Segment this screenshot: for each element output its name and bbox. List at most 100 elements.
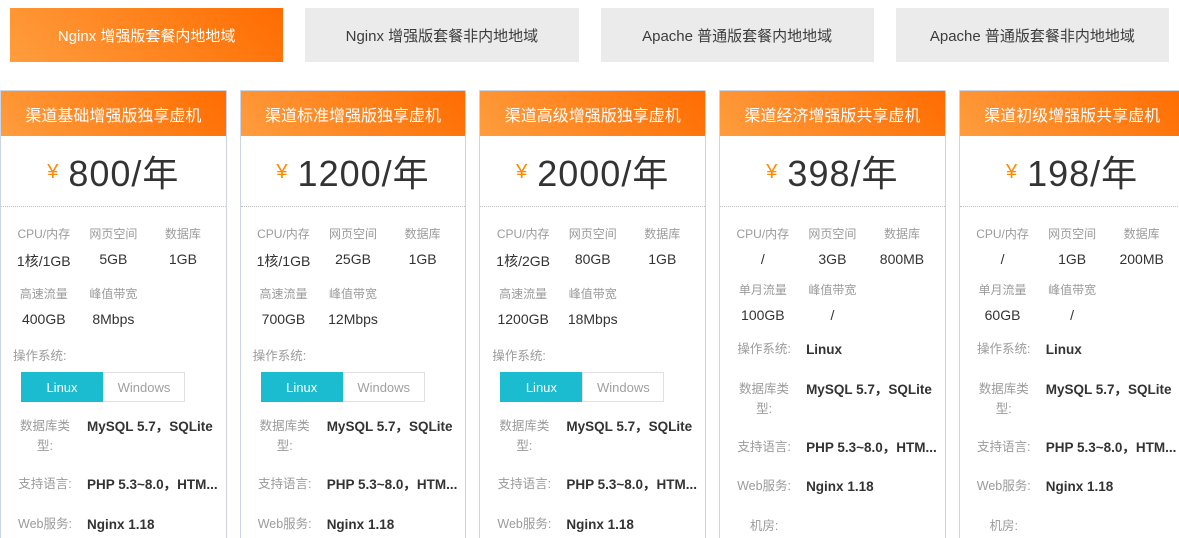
spec-item: CPU/内存/	[728, 225, 798, 267]
detail-row: 数据库类型:MySQL 5.7，SQLite	[13, 416, 218, 456]
plan-card: 渠道经济增强版共享虚机¥398/年 CPU/内存/网页空间 3GB数据库800MB 单…	[719, 90, 946, 538]
detail-value: PHP 5.3~8.0，HTM...	[796, 437, 937, 459]
spec-value: 1核/1GB	[249, 251, 319, 271]
spec-item	[867, 281, 937, 323]
spec-label: 网页空间	[558, 225, 628, 242]
detail-value: MySQL 5.7，SQLite	[317, 416, 458, 438]
os-toggle: LinuxWindows	[261, 372, 458, 402]
detail-label: Web服务:	[492, 514, 556, 534]
spec-label: 峰值带宽	[558, 285, 628, 302]
plan-price-row: ¥198/年	[960, 136, 1179, 207]
plan-card: 渠道初级增强版共享虚机¥198/年CPU/内存/网页空间1GB数据库200MB单…	[959, 90, 1179, 538]
spec-item: 网页空间25GB	[318, 225, 388, 271]
plan-card: 渠道高级增强版独享虚机¥2000/年CPU/内存1核/2GB网页空间80GB数据…	[479, 90, 706, 538]
detail-row: 机房:	[732, 516, 937, 536]
spec-item: 单月流量100GB	[728, 281, 798, 323]
tab-apache-normal-nonmainland[interactable]: Apache 普通版套餐非内地地域	[896, 8, 1169, 62]
spec-item: 峰值带宽18Mbps	[558, 285, 628, 327]
spec-item: 峰值带宽8Mbps	[79, 285, 149, 327]
detail-value: MySQL 5.7，SQLite	[796, 379, 937, 401]
spec-label: CPU/内存	[9, 225, 79, 242]
spec-grid: CPU/内存1核/1GB网页空间25GB数据库1GB高速流量700GB峰值带宽1…	[241, 207, 466, 331]
detail-label: 支持语言:	[13, 474, 77, 494]
os-linux-button[interactable]: Linux	[261, 372, 343, 402]
detail-row: 操作系统:Linux	[732, 339, 937, 361]
detail-value: MySQL 5.7，SQLite	[1036, 379, 1177, 401]
spec-value: 1核/1GB	[9, 251, 79, 271]
spec-value: 3GB	[798, 251, 868, 267]
os-toggle: LinuxWindows	[500, 372, 697, 402]
plan-price-row: ¥2000/年	[480, 136, 705, 207]
detail-value: Nginx 1.18	[556, 514, 697, 536]
plan-card-title: 渠道经济增强版共享虚机	[720, 91, 945, 136]
plan-cards: 渠道基础增强版独享虚机¥800/年CPU/内存1核/1GB网页空间5GB数据库1…	[0, 90, 1179, 538]
detail-value: Nginx 1.18	[77, 514, 218, 536]
detail-value: Nginx 1.18	[1036, 476, 1177, 498]
os-label: 操作系统:	[972, 339, 1036, 359]
spec-item: 数据库800MB	[867, 225, 937, 267]
spec-value: 400GB	[9, 311, 79, 327]
spec-item	[1107, 281, 1177, 323]
spec-label: 网页空间	[798, 225, 868, 242]
spec-value: /	[1037, 307, 1107, 323]
detail-row: 数据库类型:MySQL 5.7，SQLite	[732, 379, 937, 419]
spec-label: 数据库	[867, 225, 937, 242]
currency-symbol: ¥	[47, 161, 58, 184]
plan-card-title: 渠道基础增强版独享虚机	[1, 91, 226, 136]
detail-label: 机房:	[972, 516, 1036, 536]
spec-label: 单月流量	[968, 281, 1038, 298]
detail-label: 支持语言:	[492, 474, 556, 494]
currency-symbol: ¥	[1006, 161, 1017, 184]
detail-row: 支持语言:PHP 5.3~8.0，HTM...	[13, 474, 218, 496]
spec-value: /	[798, 307, 868, 323]
os-label: 操作系统:	[732, 339, 796, 359]
os-windows-button[interactable]: Windows	[582, 372, 664, 402]
spec-label: 高速流量	[249, 285, 319, 302]
spec-label: 网页空间	[79, 225, 149, 242]
plan-price-row: ¥398/年	[720, 136, 945, 207]
spec-grid: CPU/内存1核/1GB网页空间5GB数据库1GB高速流量400GB峰值带宽8M…	[1, 207, 226, 331]
plan-details: 操作系统:LinuxWindows数据库类型:MySQL 5.7，SQLite支…	[1, 331, 226, 538]
os-linux-button[interactable]: Linux	[21, 372, 103, 402]
spec-item: 峰值带宽 /	[798, 281, 868, 323]
spec-label: 网页空间	[318, 225, 388, 242]
tab-nginx-enhanced-nonmainland[interactable]: Nginx 增强版套餐非内地地域	[305, 8, 578, 62]
os-toggle: LinuxWindows	[21, 372, 218, 402]
spec-item: CPU/内存 /	[968, 225, 1038, 267]
spec-value: 1GB	[1037, 251, 1107, 267]
os-value: Linux	[796, 339, 937, 361]
detail-value: PHP 5.3~8.0，HTM...	[556, 474, 697, 496]
spec-value: /	[968, 251, 1038, 267]
plan-card: 渠道基础增强版独享虚机¥800/年CPU/内存1核/1GB网页空间5GB数据库1…	[0, 90, 227, 538]
spec-item: 网页空间5GB	[79, 225, 149, 271]
detail-label: 数据库类型:	[732, 379, 796, 419]
os-windows-button[interactable]: Windows	[103, 372, 185, 402]
detail-row: Web服务:Nginx 1.18	[253, 514, 458, 536]
os-linux-button[interactable]: Linux	[500, 372, 582, 402]
spec-label: 网页空间	[1037, 225, 1107, 242]
spec-item	[628, 285, 698, 327]
tab-nginx-enhanced-mainland[interactable]: Nginx 增强版套餐内地地域	[10, 8, 283, 62]
plan-price: 800/年	[68, 145, 179, 197]
spec-label: 峰值带宽	[798, 281, 868, 298]
plan-price: 1200/年	[298, 145, 430, 197]
plan-details: 操作系统:Linux数据库类型:MySQL 5.7，SQLite支持语言:PHP…	[960, 327, 1179, 536]
plan-price: 198/年	[1027, 145, 1138, 197]
detail-label: Web服务:	[732, 476, 796, 496]
spec-item	[388, 285, 458, 327]
os-windows-button[interactable]: Windows	[343, 372, 425, 402]
spec-value: 8Mbps	[79, 311, 149, 327]
detail-row: 支持语言:PHP 5.3~8.0，HTM...	[492, 474, 697, 496]
detail-value: MySQL 5.7，SQLite	[77, 416, 218, 438]
spec-value: 1200GB	[488, 311, 558, 327]
plan-details: 操作系统:LinuxWindows数据库类型:MySQL 5.7，SQLite支…	[241, 331, 466, 538]
currency-symbol: ¥	[766, 161, 777, 184]
spec-item: 数据库1GB	[388, 225, 458, 271]
spec-label: CPU/内存	[968, 225, 1038, 242]
os-value: Linux	[1036, 339, 1177, 361]
spec-item: 高速流量700GB	[249, 285, 319, 327]
spec-value: 1GB	[628, 251, 698, 267]
detail-value: PHP 5.3~8.0，HTM...	[317, 474, 458, 496]
spec-label: 数据库	[628, 225, 698, 242]
tab-apache-normal-mainland[interactable]: Apache 普通版套餐内地地域	[601, 8, 874, 62]
